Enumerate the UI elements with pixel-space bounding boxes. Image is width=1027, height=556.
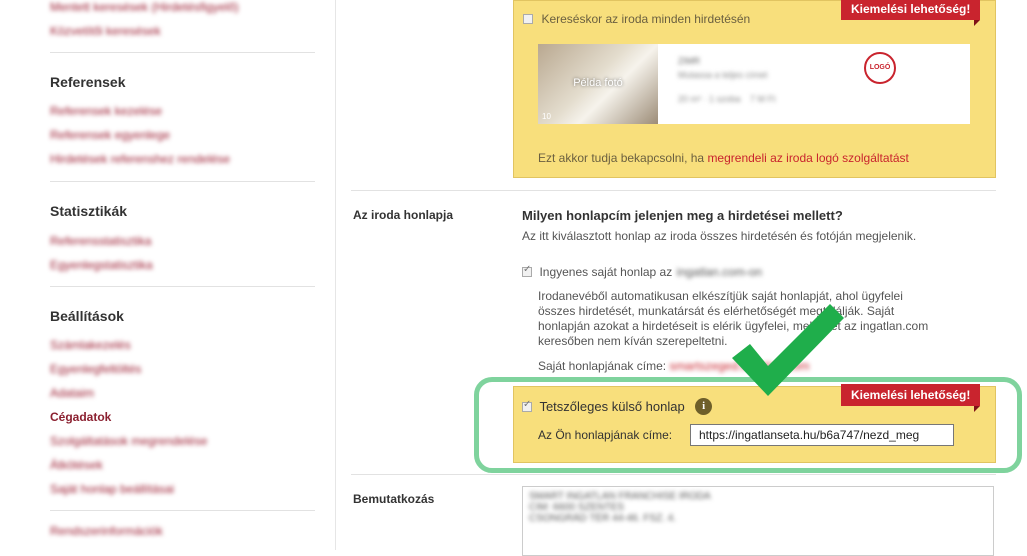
logo-order-link[interactable]: megrendeli az iroda logó szolgáltatást [707,151,908,165]
logo-option-row: Kereséskor az iroda minden hirdetésén [523,10,750,28]
sidebar-divider [50,510,315,511]
sidebar-link-egyenlegstatisztika[interactable]: Egyenlegstatisztika [50,258,153,272]
example-listing-card: Példa fotó 10 ZIMR Mutassa a teljes címe… [538,44,970,124]
sidebar-link-szamlakezeles[interactable]: Számlakezelés [50,338,131,352]
example-photo: Példa fotó 10 [538,44,658,124]
sidebar-link-cegadatok[interactable]: Cégadatok [50,410,111,424]
example-address: Mutassa a teljes címet [678,70,768,80]
sidebar-divider [50,181,315,182]
sidebar: Mentett keresések (Hirdetésfigyelő) Közv… [0,0,336,550]
homepage-section-label: Az iroda honlapja [353,208,454,222]
intro-line: SMART INGATLAN FRANCHISE IRODA [529,491,711,502]
logo-footer-text: Ezt akkor tudja bekapcsolni, ha [538,151,708,165]
intro-section-label: Bemutatkozás [353,492,435,506]
highlight-ribbon: Kiemelési lehetőség! [841,0,981,26]
option-free-homepage: Ingyenes saját honlap az ingatlan.com-on [522,263,762,281]
sidebar-link-referensek-kezelese[interactable]: Referensek kezelése [50,104,162,118]
example-photo-label: Példa fotó [573,77,623,89]
sidebar-link-saved-searches[interactable]: Mentett keresések (Hirdetésfigyelő) [50,0,239,14]
example-price: 7 M Ft [750,94,776,104]
section-divider [351,190,996,191]
intro-textarea[interactable]: SMART INGATLAN FRANCHISE IRODA CIM: 6600… [522,486,994,556]
example-title: ZIMR [678,56,700,66]
example-size: 20 m² · 1 szoba [678,94,741,104]
sidebar-link-egyenlegfeltoltes[interactable]: Egyenlegfeltöltés [50,362,141,376]
sidebar-link-atkotesek[interactable]: Átkötések [50,458,103,472]
homepage-subtitle: Az itt kiválasztott honlap az iroda össz… [522,229,917,243]
sidebar-heading-beallitasok: Beállítások [50,308,124,324]
sidebar-link-referensek-egyenlege[interactable]: Referensek egyenlege [50,128,170,142]
sidebar-link-rendszerinformaciok[interactable]: Rendszerinformációk [50,524,163,538]
sidebar-heading-statisztikak: Statisztikák [50,203,128,219]
logo-checkbox-label: Kereséskor az iroda minden hirdetésén [541,12,751,26]
sidebar-link-szolgaltatasok[interactable]: Szolgáltatások megrendelése [50,434,207,448]
sidebar-divider [50,52,315,53]
sidebar-link-adataim[interactable]: Adataim [50,386,94,400]
sidebar-heading-referensek: Referensek [50,74,126,90]
photo-count: 10 [542,112,551,121]
sidebar-divider [50,286,315,287]
intro-line: CSONGRÁD TÉR 44-46. FSZ. 4. [529,513,677,524]
section-divider [351,474,996,475]
free-homepage-checkbox[interactable] [522,264,532,277]
intro-line: CIM: 6600 SZENTES [529,502,625,513]
own-page-label: Saját honlapjának címe: [538,359,667,373]
logo-checkbox[interactable] [523,13,533,24]
sidebar-link-sajat-honlap[interactable]: Saját honlap beállításai [50,482,174,496]
logo-footer: Ezt akkor tudja bekapcsolni, ha megrende… [538,151,909,165]
sidebar-link-hirdetesek-referenshez[interactable]: Hirdetések referenshez rendelése [50,152,230,166]
checkmark-icon [732,304,844,396]
logo-placeholder-icon: LOGÓ [864,52,896,84]
free-homepage-domain: ingatlan.com-on [676,265,763,279]
sidebar-link-referensstatisztika[interactable]: Referensstatisztika [50,234,151,248]
free-homepage-label: Ingyenes saját honlap az [539,265,673,279]
homepage-question: Milyen honlapcím jelenjen meg a hirdetés… [522,208,843,223]
sidebar-link-broker-searches[interactable]: Közvetítői keresések [50,24,161,38]
